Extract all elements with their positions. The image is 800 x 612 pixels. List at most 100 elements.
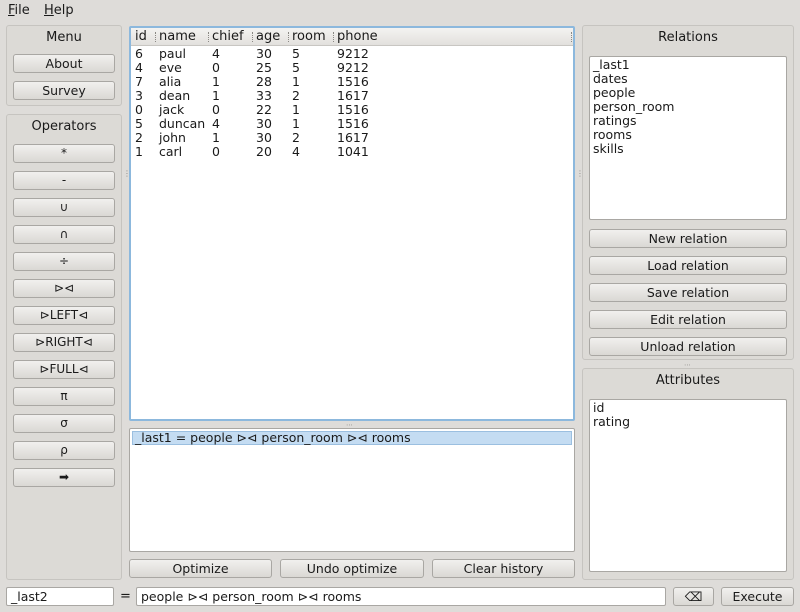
column-separator[interactable] — [208, 32, 209, 42]
table-cell-phone: 1041 — [337, 144, 369, 159]
column-header-age[interactable]: age — [256, 29, 280, 44]
table-row[interactable]: 3 dean 1 33 2 1617 — [131, 89, 573, 103]
table-cell-chief: 1 — [212, 130, 220, 145]
table-row[interactable]: 1 carl 0 20 4 1041 — [131, 145, 573, 159]
column-separator[interactable] — [333, 32, 334, 42]
table-cell-phone: 1516 — [337, 116, 369, 131]
table-cell-phone: 1516 — [337, 74, 369, 89]
survey-button[interactable]: Survey — [13, 81, 115, 100]
table-cell-phone: 1617 — [337, 130, 369, 145]
table-cell-phone: 9212 — [337, 46, 369, 61]
operator-union-button[interactable]: ∪ — [13, 198, 115, 217]
execute-button[interactable]: Execute — [721, 587, 794, 606]
table-cell-chief: 4 — [212, 46, 220, 61]
table-row[interactable]: 7 alia 1 28 1 1516 — [131, 75, 573, 89]
operator-full-join-button[interactable]: ⊳FULL⊲ — [13, 360, 115, 379]
menu-help[interactable]: Help — [44, 3, 74, 18]
relation-item-person-room[interactable]: person_room — [590, 100, 786, 114]
table-cell-id: 1 — [135, 144, 143, 159]
history-item[interactable]: _last1 = people ⊳⊲ person_room ⊳⊲ rooms — [132, 431, 572, 445]
clear-history-button[interactable]: Clear history — [432, 559, 575, 578]
operator-difference-button[interactable]: - — [13, 171, 115, 190]
operator-left-join-button[interactable]: ⊳LEFT⊲ — [13, 306, 115, 325]
table-cell-name: carl — [159, 144, 183, 159]
relation-item-dates[interactable]: dates — [590, 72, 786, 86]
menu-bar: File Help — [0, 0, 800, 22]
history-list[interactable]: _last1 = people ⊳⊲ person_room ⊳⊲ rooms — [129, 428, 575, 552]
operator-rename-button[interactable]: ρ — [13, 441, 115, 460]
equals-label: = — [120, 589, 131, 604]
table-cell-phone: 9212 — [337, 60, 369, 75]
backspace-icon: ⌫ — [684, 589, 703, 604]
column-separator[interactable] — [288, 32, 289, 42]
about-button[interactable]: About — [13, 54, 115, 73]
column-separator[interactable] — [252, 32, 253, 42]
attribute-item-id[interactable]: id — [590, 401, 786, 415]
table-cell-name: john — [159, 130, 186, 145]
undo-optimize-button[interactable]: Undo optimize — [280, 559, 424, 578]
table-cell-name: duncan — [159, 116, 206, 131]
table-cell-chief: 0 — [212, 144, 220, 159]
table-cell-id: 5 — [135, 116, 143, 131]
column-header-id[interactable]: id — [135, 29, 147, 44]
relation-item-ratings[interactable]: ratings — [590, 114, 786, 128]
operator-join-button[interactable]: ⊳⊲ — [13, 279, 115, 298]
table-cell-chief: 1 — [212, 74, 220, 89]
save-relation-button[interactable]: Save relation — [589, 283, 787, 302]
table-cell-phone: 1516 — [337, 102, 369, 117]
attribute-item-rating[interactable]: rating — [590, 415, 786, 429]
relations-list[interactable]: _last1 dates people person_room ratings rooms… — [589, 56, 787, 220]
table-cell-age: 30 — [256, 46, 272, 61]
table-cell-id: 3 — [135, 88, 143, 103]
relations-group: Relations _last1 dates people person_room ra… — [582, 25, 794, 360]
operator-arrow-button[interactable]: ➡ — [13, 468, 115, 487]
column-separator[interactable] — [155, 32, 156, 42]
column-separator[interactable] — [571, 32, 572, 42]
table-row[interactable]: 0 jack 0 22 1 1516 — [131, 103, 573, 117]
optimize-button[interactable]: Optimize — [129, 559, 272, 578]
operator-product-button[interactable]: * — [13, 144, 115, 163]
operator-division-button[interactable]: ÷ — [13, 252, 115, 271]
table-row[interactable]: 4 eve 0 25 5 9212 — [131, 61, 573, 75]
relation-item-skills[interactable]: skills — [590, 142, 786, 156]
operator-right-join-button[interactable]: ⊳RIGHT⊲ — [13, 333, 115, 352]
menu-file[interactable]: File — [8, 3, 30, 18]
table-cell-id: 6 — [135, 46, 143, 61]
table-cell-room: 1 — [292, 74, 300, 89]
new-relation-button[interactable]: New relation — [589, 229, 787, 248]
table-cell-room: 1 — [292, 116, 300, 131]
load-relation-button[interactable]: Load relation — [589, 256, 787, 275]
table-cell-age: 33 — [256, 88, 272, 103]
table-cell-chief: 0 — [212, 102, 220, 117]
table-cell-room: 1 — [292, 102, 300, 117]
table-cell-room: 5 — [292, 46, 300, 61]
table-cell-id: 2 — [135, 130, 143, 145]
column-header-phone[interactable]: phone — [337, 29, 378, 44]
table-cell-age: 20 — [256, 144, 272, 159]
column-header-chief[interactable]: chief — [212, 29, 244, 44]
column-header-name[interactable]: name — [159, 29, 196, 44]
table-cell-name: alia — [159, 74, 182, 89]
table-cell-age: 22 — [256, 102, 272, 117]
result-name-input[interactable]: _last2 — [6, 587, 114, 606]
table-cell-id: 7 — [135, 74, 143, 89]
operator-projection-button[interactable]: π — [13, 387, 115, 406]
edit-relation-button[interactable]: Edit relation — [589, 310, 787, 329]
table-row[interactable]: 5 duncan 4 30 1 1516 — [131, 117, 573, 131]
table-row[interactable]: 2 john 1 30 2 1617 — [131, 131, 573, 145]
operator-selection-button[interactable]: σ — [13, 414, 115, 433]
operator-intersection-button[interactable]: ∩ — [13, 225, 115, 244]
table-cell-phone: 1617 — [337, 88, 369, 103]
unload-relation-button[interactable]: Unload relation — [589, 337, 787, 356]
table-row[interactable]: 6 paul 4 30 5 9212 — [131, 47, 573, 61]
table-header: id name chief age room phone — [131, 28, 573, 46]
attributes-list[interactable]: id rating — [589, 399, 787, 572]
relation-item-people[interactable]: people — [590, 86, 786, 100]
relation-item-rooms[interactable]: rooms — [590, 128, 786, 142]
result-table[interactable]: id name chief age room phone 6 paul 4 30 5 9212 4 ev… — [129, 26, 575, 421]
column-header-room[interactable]: room — [292, 29, 326, 44]
clear-query-button[interactable]: ⌫ — [673, 587, 714, 606]
table-cell-name: eve — [159, 60, 182, 75]
query-input[interactable]: people ⊳⊲ person_room ⊳⊲ rooms — [136, 587, 666, 606]
relation-item--last1[interactable]: _last1 — [590, 58, 786, 72]
